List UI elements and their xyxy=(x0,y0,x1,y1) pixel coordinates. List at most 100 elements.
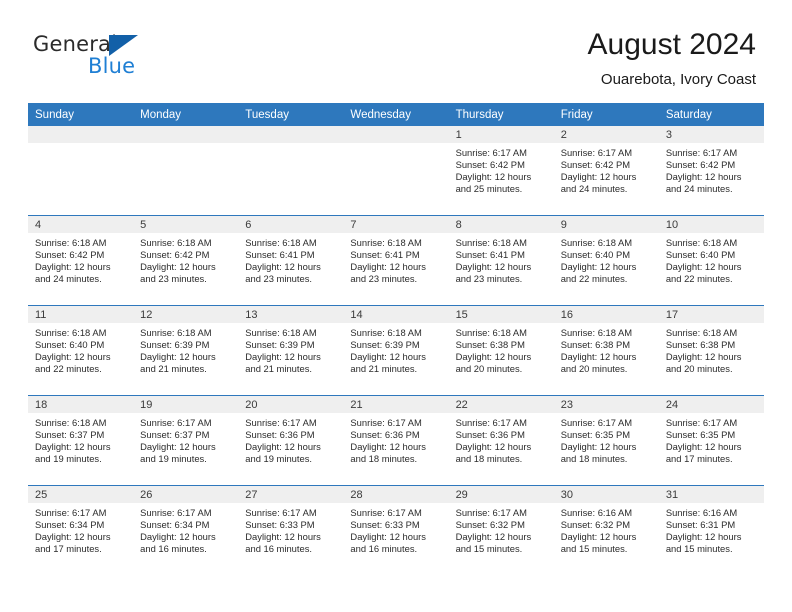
calendar-day-cell[interactable]: 2 Sunrise: 6:17 AM Sunset: 6:42 PM Dayli… xyxy=(553,126,659,216)
calendar-day-cell[interactable]: 12 Sunrise: 6:18 AM Sunset: 6:39 PM Dayl… xyxy=(133,305,239,396)
sunset-text: Sunset: 6:39 PM xyxy=(350,338,420,350)
sunset-text: Sunset: 6:38 PM xyxy=(560,338,631,350)
daylight-text-line1: Daylight: 12 hours xyxy=(455,440,532,452)
sunset-text: Sunset: 6:39 PM xyxy=(140,338,210,350)
sunrise-text: Sunrise: 6:17 AM xyxy=(560,147,633,158)
day-number xyxy=(133,126,239,143)
daylight-text-line1: Daylight: 12 hours xyxy=(560,170,637,182)
daylight-text-line2: and 21 minutes. xyxy=(245,362,312,374)
calendar-day-cell[interactable]: 19 Sunrise: 6:17 AM Sunset: 6:37 PM Dayl… xyxy=(133,395,239,486)
calendar-day-cell[interactable]: 4 Sunrise: 6:18 AM Sunset: 6:42 PM Dayli… xyxy=(28,215,134,306)
calendar-day-cell[interactable]: 17 Sunrise: 6:18 AM Sunset: 6:38 PM Dayl… xyxy=(658,305,764,396)
calendar-day-cell[interactable]: 8 Sunrise: 6:18 AM Sunset: 6:41 PM Dayli… xyxy=(448,215,554,306)
calendar-day-cell[interactable]: 31 Sunrise: 6:16 AM Sunset: 6:31 PM Dayl… xyxy=(658,485,764,575)
sunrise-text: Sunrise: 6:16 AM xyxy=(560,507,633,518)
calendar-day-cell[interactable]: 25 Sunrise: 6:17 AM Sunset: 6:34 PM Dayl… xyxy=(28,485,134,575)
daylight-text-line2: and 18 minutes. xyxy=(350,452,418,464)
daylight-text-line1: Daylight: 12 hours xyxy=(245,260,321,272)
sunset-text: Sunset: 6:37 PM xyxy=(140,428,210,440)
daylight-text-line1: Daylight: 12 hours xyxy=(245,350,321,362)
page-header: General Blue August 2024 Ouarebota, Ivor… xyxy=(0,0,792,98)
calendar-day-cell[interactable]: 7 Sunrise: 6:18 AM Sunset: 6:41 PM Dayli… xyxy=(343,215,449,306)
sunset-text: Sunset: 6:41 PM xyxy=(350,248,420,260)
sunset-text: Sunset: 6:42 PM xyxy=(35,248,105,260)
daylight-text-line2: and 21 minutes. xyxy=(140,362,207,374)
calendar-day-cell[interactable] xyxy=(343,126,449,216)
calendar-day-cell[interactable]: 18 Sunrise: 6:18 AM Sunset: 6:37 PM Dayl… xyxy=(28,395,134,486)
sunrise-text: Sunrise: 6:17 AM xyxy=(140,417,212,428)
daylight-text-line2: and 19 minutes. xyxy=(245,452,312,464)
calendar-day-cell[interactable]: 28 Sunrise: 6:17 AM Sunset: 6:33 PM Dayl… xyxy=(343,485,449,575)
weekday-header-wednesday: Wednesday xyxy=(343,103,449,126)
daylight-text-line1: Daylight: 12 hours xyxy=(455,170,532,182)
day-number: 20 xyxy=(238,396,344,413)
sunrise-text: Sunrise: 6:18 AM xyxy=(140,327,212,338)
calendar-day-cell[interactable]: 13 Sunrise: 6:18 AM Sunset: 6:39 PM Dayl… xyxy=(238,305,344,396)
calendar-day-cell[interactable]: 14 Sunrise: 6:18 AM Sunset: 6:39 PM Dayl… xyxy=(343,305,449,396)
brand-name-blue: Blue xyxy=(88,54,136,78)
daylight-text-line2: and 23 minutes. xyxy=(455,272,523,284)
calendar-day-cell[interactable]: 26 Sunrise: 6:17 AM Sunset: 6:34 PM Dayl… xyxy=(133,485,239,575)
daylight-text-line2: and 15 minutes. xyxy=(560,542,628,554)
calendar-week-row: 1 Sunrise: 6:17 AM Sunset: 6:42 PM Dayli… xyxy=(28,126,764,216)
brand-name-general: General xyxy=(33,32,118,56)
calendar-day-cell[interactable] xyxy=(133,126,239,216)
calendar-day-cell[interactable]: 23 Sunrise: 6:17 AM Sunset: 6:35 PM Dayl… xyxy=(553,395,659,486)
weekday-header-monday: Monday xyxy=(133,103,239,126)
day-number: 18 xyxy=(28,396,134,413)
daylight-text-line2: and 23 minutes. xyxy=(245,272,312,284)
daylight-text-line1: Daylight: 12 hours xyxy=(665,260,742,272)
calendar-week-row: 18 Sunrise: 6:18 AM Sunset: 6:37 PM Dayl… xyxy=(28,395,764,486)
sunset-text: Sunset: 6:42 PM xyxy=(560,158,631,170)
calendar-day-cell[interactable]: 10 Sunrise: 6:18 AM Sunset: 6:40 PM Dayl… xyxy=(658,215,764,306)
day-number: 27 xyxy=(238,486,344,503)
sunrise-text: Sunrise: 6:17 AM xyxy=(245,417,317,428)
daylight-text-line2: and 20 minutes. xyxy=(665,362,733,374)
daylight-text-line1: Daylight: 12 hours xyxy=(665,350,742,362)
calendar-day-cell[interactable]: 9 Sunrise: 6:18 AM Sunset: 6:40 PM Dayli… xyxy=(553,215,659,306)
calendar-day-cell[interactable]: 27 Sunrise: 6:17 AM Sunset: 6:33 PM Dayl… xyxy=(238,485,344,575)
daylight-text-line2: and 20 minutes. xyxy=(455,362,523,374)
calendar-day-cell[interactable] xyxy=(238,126,344,216)
calendar-day-cell[interactable]: 30 Sunrise: 6:16 AM Sunset: 6:32 PM Dayl… xyxy=(553,485,659,575)
day-number: 10 xyxy=(658,216,764,233)
day-number: 15 xyxy=(448,306,554,323)
daylight-text-line2: and 22 minutes. xyxy=(35,362,102,374)
calendar-day-cell[interactable]: 5 Sunrise: 6:18 AM Sunset: 6:42 PM Dayli… xyxy=(133,215,239,306)
calendar-day-cell[interactable] xyxy=(28,126,134,216)
brand-logo[interactable]: General Blue xyxy=(33,32,153,84)
sunrise-text: Sunrise: 6:18 AM xyxy=(245,237,317,248)
calendar-day-cell[interactable]: 3 Sunrise: 6:17 AM Sunset: 6:42 PM Dayli… xyxy=(658,126,764,216)
calendar-week-row: 4 Sunrise: 6:18 AM Sunset: 6:42 PM Dayli… xyxy=(28,215,764,306)
calendar-day-cell[interactable]: 22 Sunrise: 6:17 AM Sunset: 6:36 PM Dayl… xyxy=(448,395,554,486)
sunset-text: Sunset: 6:36 PM xyxy=(350,428,420,440)
sunset-text: Sunset: 6:36 PM xyxy=(245,428,315,440)
calendar-page: General Blue August 2024 Ouarebota, Ivor… xyxy=(0,0,792,612)
daylight-text-line1: Daylight: 12 hours xyxy=(35,350,111,362)
daylight-text-line1: Daylight: 12 hours xyxy=(455,260,532,272)
daylight-text-line2: and 16 minutes. xyxy=(245,542,312,554)
calendar-day-cell[interactable]: 29 Sunrise: 6:17 AM Sunset: 6:32 PM Dayl… xyxy=(448,485,554,575)
calendar-day-cell[interactable]: 20 Sunrise: 6:17 AM Sunset: 6:36 PM Dayl… xyxy=(238,395,344,486)
calendar-grid: Sunday Monday Tuesday Wednesday Thursday… xyxy=(28,103,764,575)
daylight-text-line2: and 16 minutes. xyxy=(350,542,418,554)
calendar-day-cell[interactable]: 6 Sunrise: 6:18 AM Sunset: 6:41 PM Dayli… xyxy=(238,215,344,306)
sunrise-text: Sunrise: 6:17 AM xyxy=(245,507,317,518)
daylight-text-line1: Daylight: 12 hours xyxy=(560,260,637,272)
calendar-day-cell[interactable]: 21 Sunrise: 6:17 AM Sunset: 6:36 PM Dayl… xyxy=(343,395,449,486)
sunset-text: Sunset: 6:42 PM xyxy=(140,248,210,260)
calendar-day-cell[interactable]: 16 Sunrise: 6:18 AM Sunset: 6:38 PM Dayl… xyxy=(553,305,659,396)
day-number: 31 xyxy=(658,486,764,503)
daylight-text-line1: Daylight: 12 hours xyxy=(350,260,426,272)
calendar-day-cell[interactable]: 24 Sunrise: 6:17 AM Sunset: 6:35 PM Dayl… xyxy=(658,395,764,486)
day-number: 22 xyxy=(448,396,554,413)
page-subtitle: Ouarebota, Ivory Coast xyxy=(600,71,756,88)
calendar-day-cell[interactable]: 11 Sunrise: 6:18 AM Sunset: 6:40 PM Dayl… xyxy=(28,305,134,396)
sunset-text: Sunset: 6:32 PM xyxy=(560,518,631,530)
day-number: 25 xyxy=(28,486,134,503)
weekday-header-tuesday: Tuesday xyxy=(238,103,344,126)
day-number: 9 xyxy=(553,216,659,233)
calendar-day-cell[interactable]: 15 Sunrise: 6:18 AM Sunset: 6:38 PM Dayl… xyxy=(448,305,554,396)
calendar-day-cell[interactable]: 1 Sunrise: 6:17 AM Sunset: 6:42 PM Dayli… xyxy=(448,126,554,216)
daylight-text-line1: Daylight: 12 hours xyxy=(245,530,321,542)
